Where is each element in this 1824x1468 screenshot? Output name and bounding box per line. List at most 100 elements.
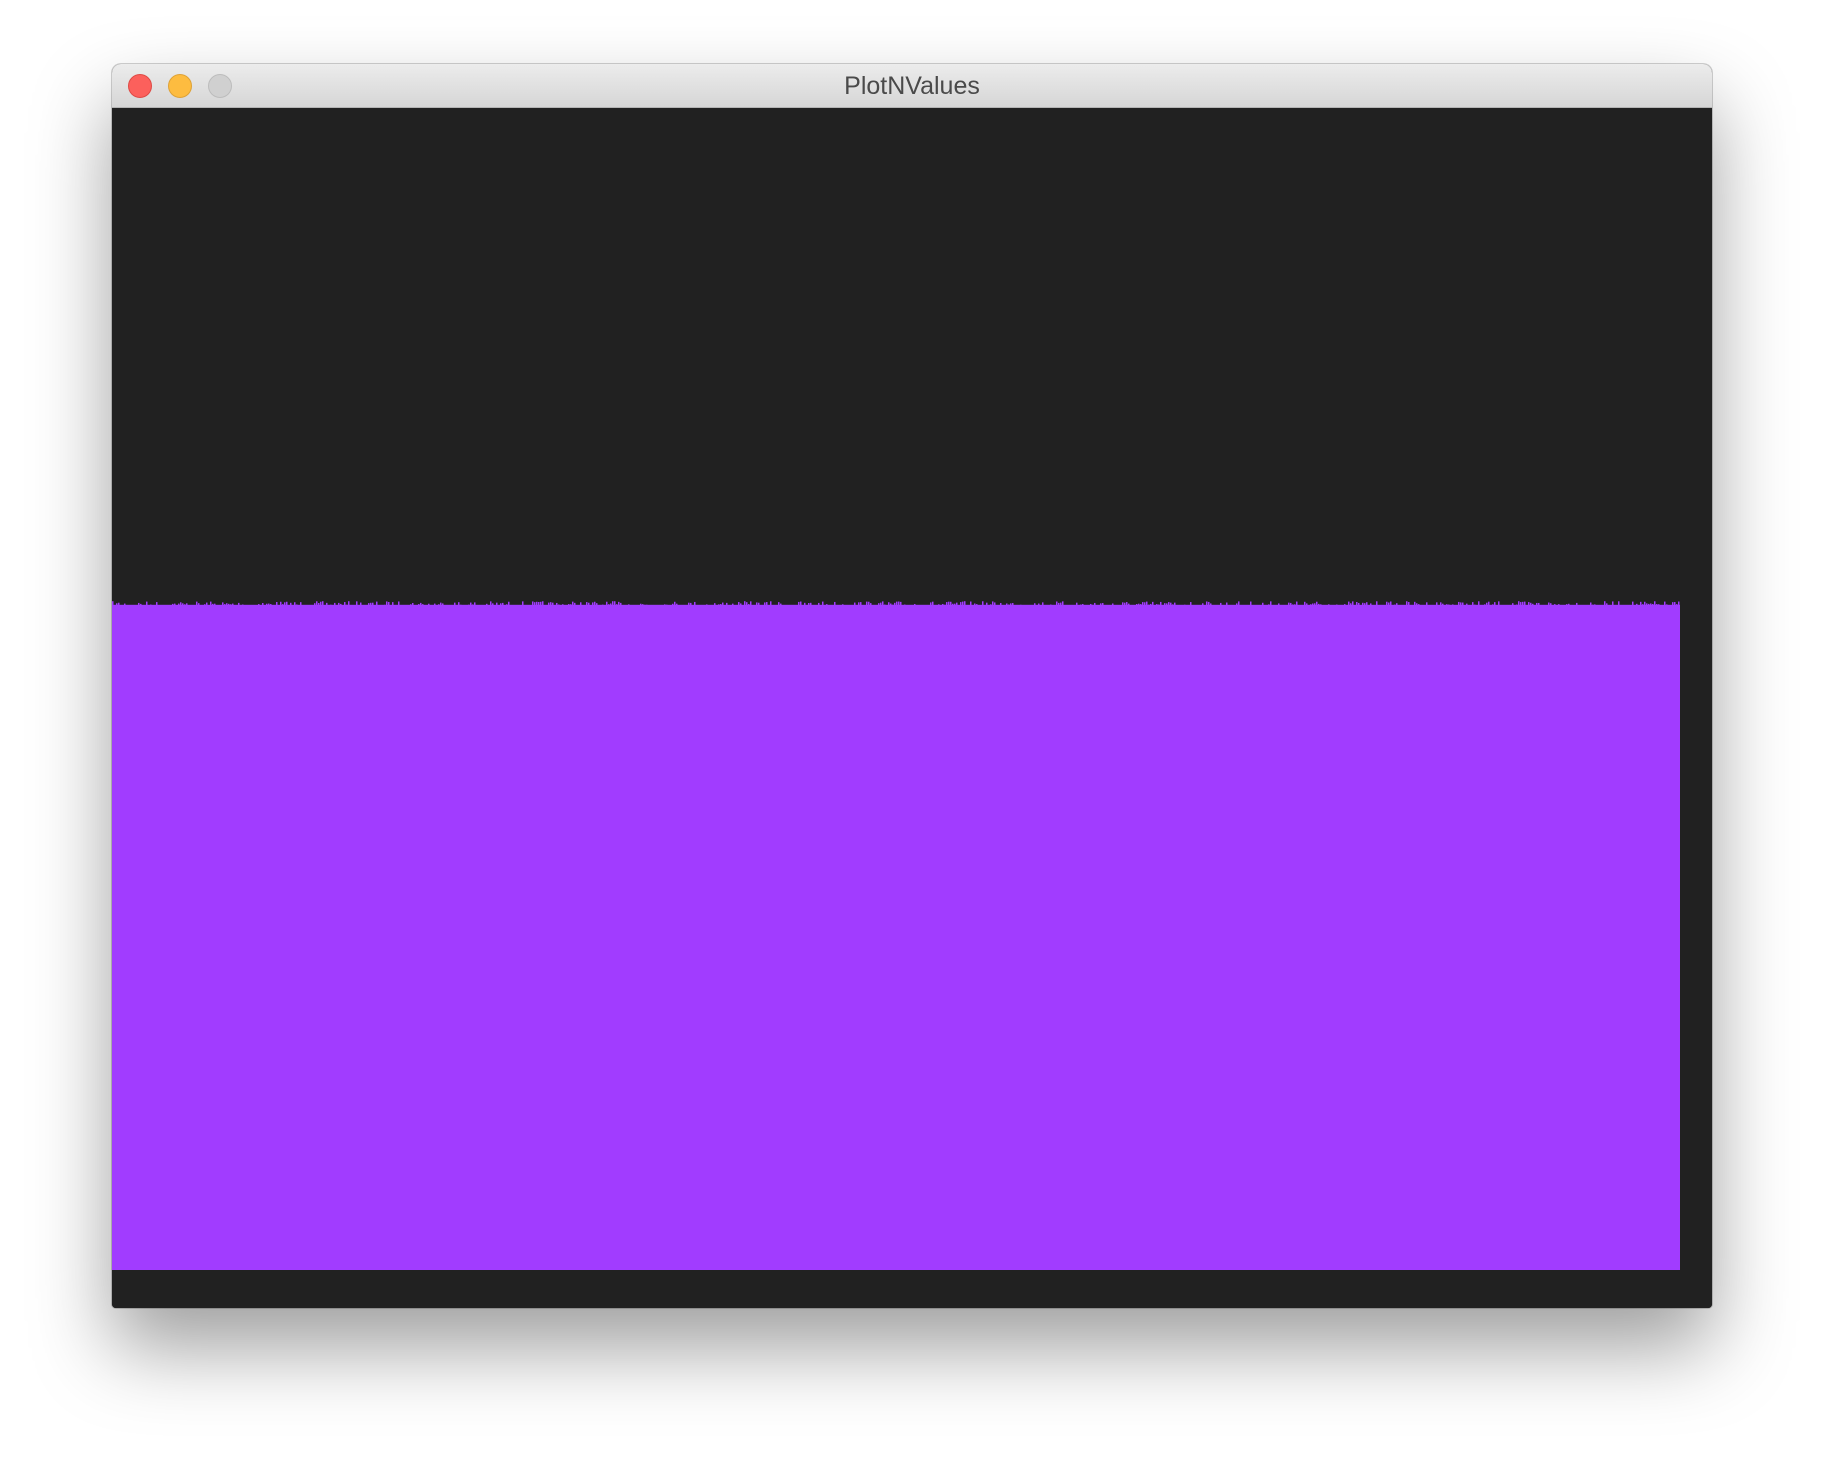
value-bar-top (326, 602, 328, 606)
value-bar-top (1062, 601, 1064, 606)
value-bar-top (1278, 603, 1280, 606)
value-bar-top (1236, 603, 1238, 606)
value-bar-top (672, 603, 674, 606)
value-bar-top (1100, 603, 1102, 606)
value-bar-top (720, 604, 722, 606)
value-bar-top (1076, 602, 1078, 606)
value-bar-top (500, 603, 502, 606)
value-bar-top (460, 604, 462, 606)
value-bar-top (418, 604, 420, 606)
value-bar-top (182, 603, 184, 606)
value-bar-top (1652, 604, 1654, 606)
value-bar-top (858, 602, 860, 606)
value-bar-top (1328, 604, 1330, 606)
value-bar-top (608, 604, 610, 606)
value-bar-top (1632, 601, 1634, 606)
value-bar-top (262, 603, 264, 606)
value-bar-top (740, 603, 742, 606)
value-bar-top (1442, 603, 1444, 606)
value-bar-top (212, 603, 214, 606)
value-bar-top (722, 602, 724, 606)
value-bar-top (800, 601, 802, 606)
value-bar-top (880, 602, 882, 606)
value-bar-top (550, 602, 552, 606)
value-bar-top (1082, 603, 1084, 606)
value-bar-top (156, 602, 158, 606)
title-bar[interactable]: PlotNValues (112, 64, 1712, 108)
plot-canvas (112, 108, 1712, 1308)
value-bar-top (1348, 601, 1350, 606)
value-bar-top (1358, 602, 1360, 606)
value-bar-top (914, 603, 916, 606)
value-bar-top (490, 601, 492, 606)
value-bar-top (810, 602, 812, 606)
value-bar-top (896, 601, 898, 606)
value-bar-top (764, 602, 766, 606)
value-bar-top (1654, 601, 1656, 606)
value-bar-top (268, 603, 270, 606)
value-bar-top (666, 604, 668, 606)
value-bar-top (592, 602, 594, 606)
value-bar-top (962, 601, 964, 606)
value-bar-top (974, 603, 976, 606)
value-bar-top (954, 603, 956, 606)
value-bar-top (1390, 601, 1392, 606)
value-bar-top (644, 604, 646, 606)
value-bar-top (242, 604, 244, 606)
value-bar-top (1488, 601, 1490, 606)
value-bar-top (1492, 604, 1494, 606)
value-bar-top (1136, 604, 1138, 606)
value-bar-top (1656, 604, 1658, 606)
value-bar-top (992, 601, 994, 606)
value-bar-top (750, 601, 752, 606)
value-bar-top (492, 603, 494, 606)
value-bar-top (892, 604, 894, 606)
value-bar-top (994, 602, 996, 606)
value-bar-top (1296, 601, 1298, 606)
value-bar-top (766, 602, 768, 606)
value-bar-top (898, 601, 900, 606)
value-bar-top (748, 604, 750, 606)
value-bar-top (952, 603, 954, 606)
value-bar-top (1462, 602, 1464, 606)
value-bar-top (1160, 601, 1162, 606)
value-bar-top (140, 603, 142, 606)
value-bar-top (942, 603, 944, 606)
value-bar-top (1220, 602, 1222, 606)
value-bar-top (340, 603, 342, 606)
value-bar-top (1548, 602, 1550, 606)
value-bar-top (884, 604, 886, 606)
value-bar-top (1262, 602, 1264, 606)
value-bar-top (356, 601, 358, 606)
value-bar-top (428, 603, 430, 606)
value-bar-top (690, 602, 692, 606)
value-bar-top (1148, 604, 1150, 606)
value-bar-top (210, 601, 212, 606)
value-bar-top (930, 602, 932, 606)
value-bar-top (280, 601, 282, 606)
value-bar-top (602, 604, 604, 606)
value-bar-top (180, 602, 182, 606)
value-bar-top (1164, 603, 1166, 606)
value-bar-top (758, 602, 760, 606)
value-bar-top (1288, 602, 1290, 606)
value-bar-top (1020, 604, 1022, 606)
value-bar-top (474, 602, 476, 606)
value-bar-top (982, 601, 984, 606)
value-bar-top (1520, 602, 1522, 606)
value-bar-top (596, 603, 598, 606)
value-bar-top (1012, 603, 1014, 606)
value-bar-top (1150, 603, 1152, 606)
value-bar-top (1304, 601, 1306, 606)
value-bar-top (694, 601, 696, 606)
value-bar-top (1566, 604, 1568, 606)
value-bar-top (1538, 602, 1540, 606)
value-bar-top (1042, 602, 1044, 606)
value-bar-top (1356, 602, 1358, 606)
value-bar-top (258, 604, 260, 606)
value-bar-top (1644, 601, 1646, 606)
value-bar-top (1362, 602, 1364, 606)
value-bar-top (676, 603, 678, 606)
value-bar-top (1008, 604, 1010, 606)
value-bar-top (1158, 604, 1160, 606)
